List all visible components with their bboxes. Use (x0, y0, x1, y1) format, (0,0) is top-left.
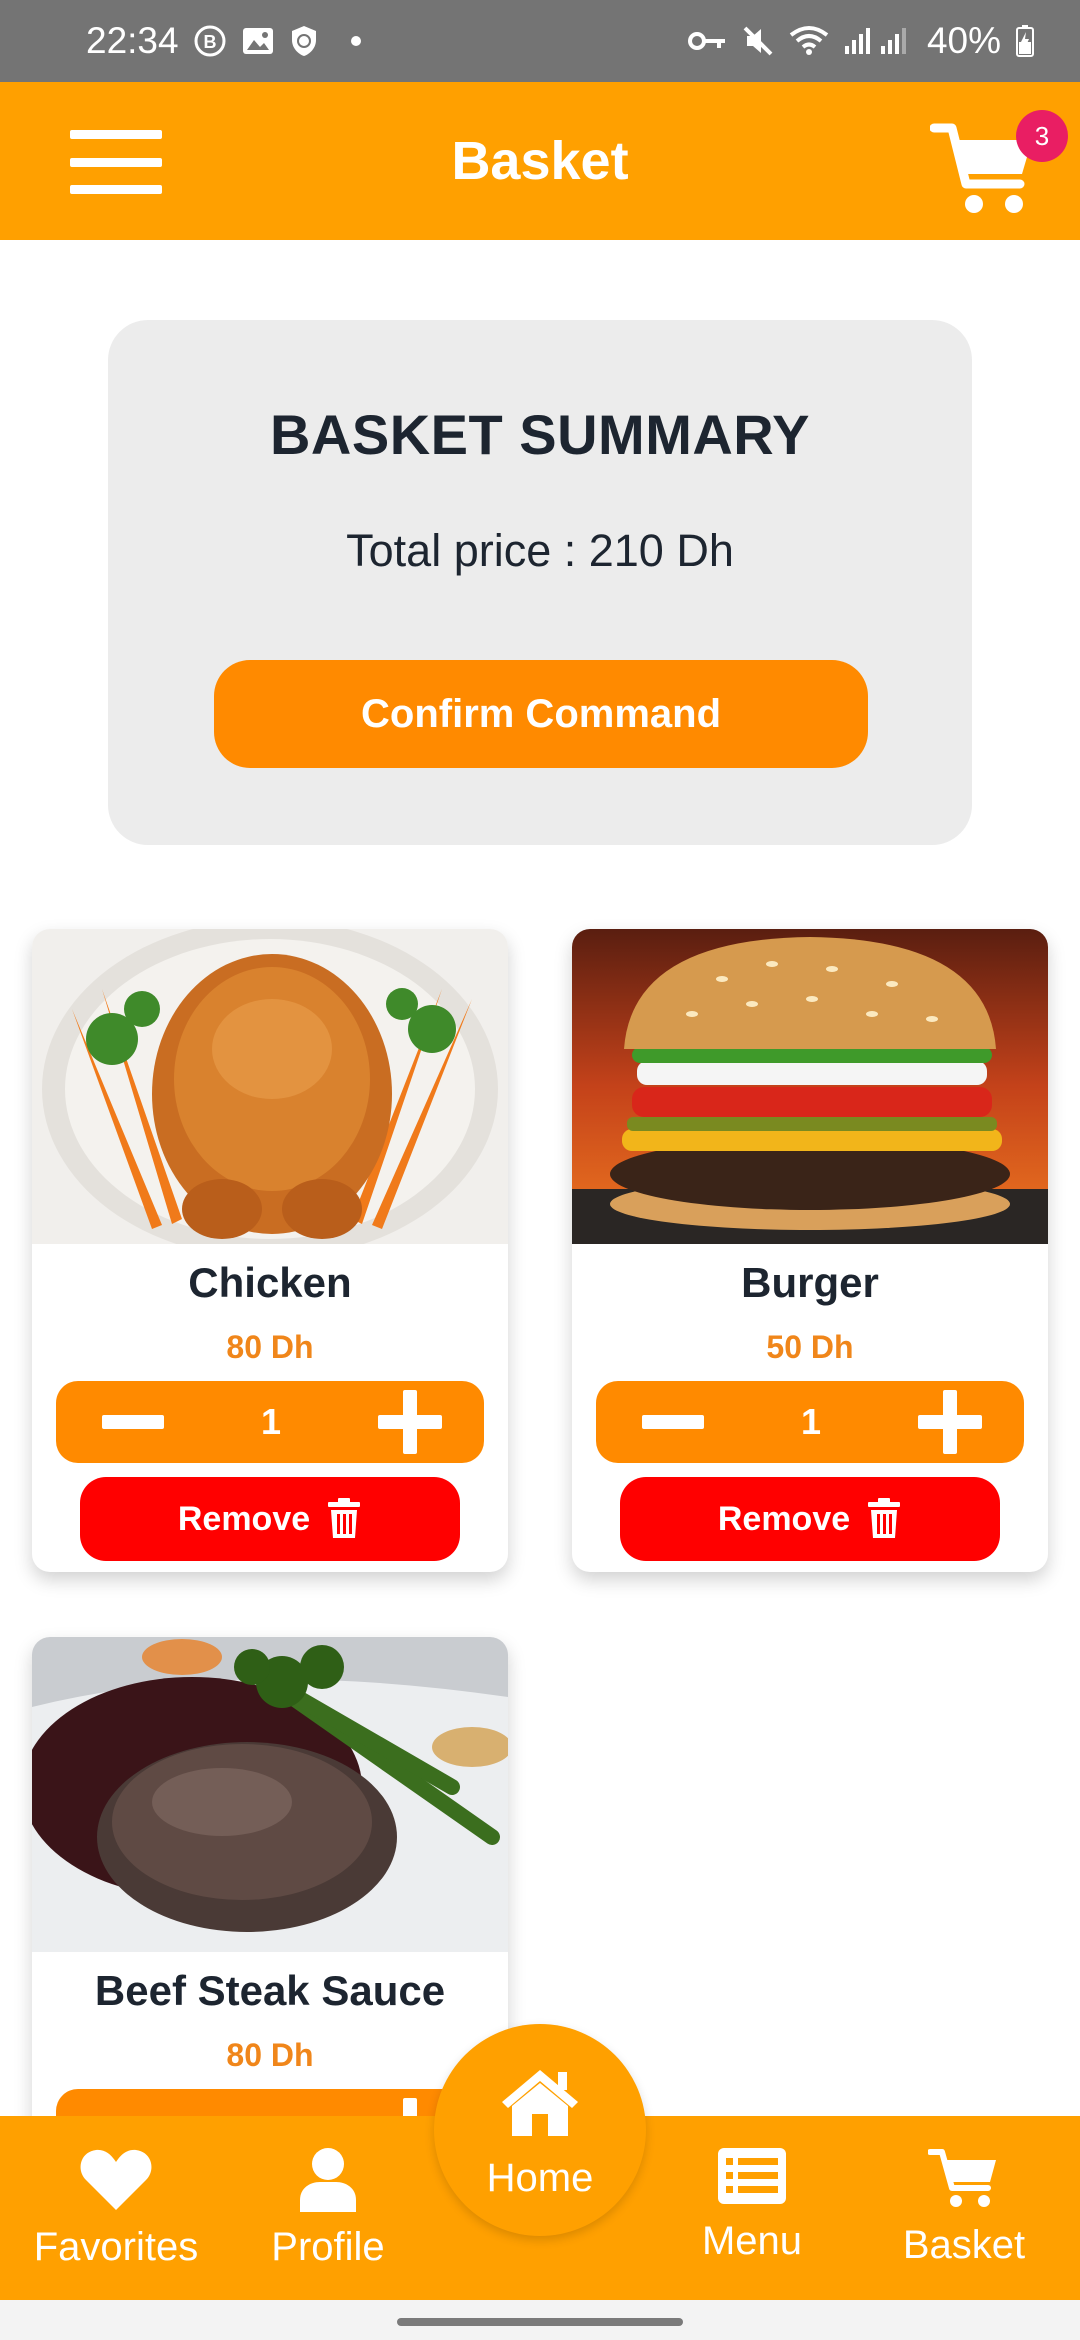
status-bar: 22:34 B 40% (0, 0, 1080, 82)
total-price: Total price : 210 Dh (346, 525, 734, 576)
product-card-chicken: Chicken 80 Dh 1 Remove (32, 929, 508, 1572)
app-header: Basket (0, 82, 1080, 240)
quantity-stepper: 1 (596, 1381, 1024, 1463)
nav-favorites-label: Favorites (33, 2225, 199, 2269)
image-icon (241, 26, 275, 56)
product-price: 80 Dh (226, 2037, 314, 2073)
remove-label: Remove (717, 1499, 851, 1538)
svg-text:B: B (203, 32, 216, 52)
confirm-command-button[interactable]: Confirm Command (214, 660, 868, 768)
home-icon (502, 2070, 578, 2136)
notification-dot (350, 36, 361, 46)
vpn-shield-icon (289, 24, 319, 58)
nav-menu[interactable]: Menu (652, 2146, 852, 2264)
heart-icon (80, 2149, 152, 2210)
trash-icon (868, 1498, 901, 1538)
mute-icon (741, 24, 775, 58)
wifi-icon (789, 25, 829, 57)
plus-icon[interactable] (918, 1390, 982, 1454)
cart-count-badge: 3 (1016, 110, 1068, 162)
nav-home-button[interactable]: Home (434, 2024, 646, 2236)
signal-icon (843, 26, 913, 56)
minus-icon[interactable] (642, 1415, 704, 1429)
nav-menu-label: Menu (701, 2219, 803, 2263)
product-name: Burger (741, 1259, 879, 1306)
key-icon (687, 29, 727, 53)
plus-icon[interactable] (378, 1390, 442, 1454)
beef-steak-image (32, 1637, 508, 1952)
nav-profile[interactable]: Profile (228, 2146, 428, 2270)
battery-text: 40% (926, 20, 1001, 61)
chicken-image (32, 929, 508, 1259)
page-title: Basket (451, 131, 629, 191)
burger-image (572, 929, 1048, 1244)
minus-icon[interactable] (102, 1415, 164, 1429)
nav-favorites[interactable]: Favorites (16, 2146, 216, 2270)
b-badge-icon: B (193, 24, 227, 58)
remove-button[interactable]: Remove (80, 1477, 460, 1561)
product-price: 80 Dh (226, 1329, 314, 1365)
product-card-burger: Burger 50 Dh 1 Remove (572, 929, 1048, 1572)
product-name: Chicken (188, 1259, 352, 1306)
product-name: Beef Steak Sauce (94, 1967, 446, 2014)
menu-list-icon (718, 2148, 786, 2204)
summary-title: BASKET SUMMARY (269, 403, 811, 466)
quantity-value: 1 (260, 1401, 282, 1442)
basket-summary-card: BASKET SUMMARY Total price : 210 Dh Conf… (108, 320, 972, 845)
nav-basket-label: Basket (902, 2223, 1026, 2267)
status-time: 22:34 (86, 20, 179, 61)
nav-profile-label: Profile (271, 2225, 385, 2269)
quantity-value: 1 (800, 1401, 822, 1442)
quantity-stepper: 1 (56, 1381, 484, 1463)
battery-charging-icon (1015, 24, 1035, 58)
cart-icon (927, 2149, 996, 2207)
remove-label: Remove (177, 1499, 311, 1538)
gesture-handle[interactable] (397, 2318, 683, 2326)
remove-button[interactable]: Remove (620, 1477, 1000, 1561)
nav-home-label: Home (486, 2156, 594, 2200)
trash-icon (328, 1498, 361, 1538)
nav-basket[interactable]: Basket (864, 2146, 1064, 2268)
user-icon (300, 2148, 356, 2212)
product-price: 50 Dh (766, 1329, 854, 1365)
